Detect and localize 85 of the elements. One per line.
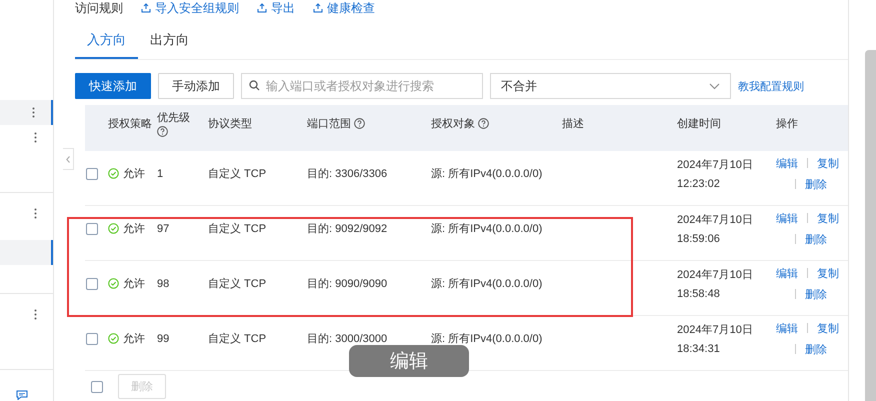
more-icon[interactable] [32,107,35,118]
help-icon[interactable] [157,126,168,137]
checkbox[interactable] [91,380,103,392]
checkbox[interactable] [86,168,98,180]
column-header: 操作 [776,116,798,131]
source-text: 源: 所有IPv4(0.0.0.0/0) [431,277,544,291]
column-header: 优先级 [157,110,190,125]
check-circle-icon [108,278,119,289]
link-icon [313,3,323,13]
direction-tab[interactable]: 入方向 [75,27,138,59]
sidebar-item[interactable] [0,100,53,125]
action-link[interactable]: 删除 [805,342,827,356]
scrollbar[interactable] [865,50,876,401]
action-link[interactable]: 删除 [805,286,827,302]
action-link[interactable]: 复制 [817,266,839,280]
header-link[interactable]: 健康检查 [327,0,375,16]
action-link[interactable]: 删除 [805,176,827,192]
time-text: 18:59:06 [677,233,721,245]
action-link[interactable]: 编辑 [776,156,798,170]
chevron-down-icon [709,82,720,90]
time-text: 18:58:48 [677,288,721,300]
policy-text: 允许 [123,277,145,291]
help-icon[interactable] [354,118,365,129]
checkbox[interactable] [86,332,98,344]
date-text: 2024年7月10日 [677,158,754,172]
protocol-text: 自定义 TCP [208,332,268,346]
port-range-text: 目的: 9090/9090 [307,277,388,291]
help-link[interactable]: 教我配置规则 [738,78,804,94]
priority-text: 97 [157,222,170,234]
port-range-text: 目的: 9092/9092 [307,222,388,236]
search-field[interactable]: 输入端口或者授权对象进行搜索 [241,73,483,99]
source-text: 源: 所有IPv4(0.0.0.0/0) [431,332,544,346]
more-icon[interactable] [34,132,37,143]
checkbox[interactable] [86,278,98,290]
source-text: 源: 所有IPv4(0.0.0.0/0) [431,167,544,181]
more-icon[interactable] [34,208,37,219]
chat-icon[interactable] [16,390,28,400]
direction-tab[interactable]: 出方向 [138,27,201,59]
port-range-text: 目的: 3000/3000 [307,332,388,346]
policy-text: 允许 [123,332,145,346]
column-header: 授权策略 [108,116,152,131]
check-circle-icon [108,168,119,179]
section-title: 访问规则 [75,0,123,16]
sidebar-item[interactable] [0,240,53,265]
check-circle-icon [108,333,119,344]
date-text: 2024年7月10日 [677,268,754,282]
action-link[interactable]: 复制 [817,156,839,170]
policy-text: 允许 [123,222,145,236]
time-text: 12:23:02 [677,178,721,190]
action-link[interactable]: 删除 [805,232,827,246]
column-header: 创建时间 [677,116,721,131]
column-header: 授权对象 [431,116,475,131]
tooltip: 编辑 [349,345,469,377]
add-button[interactable]: 手动添加 [158,73,234,99]
more-icon[interactable] [34,309,37,320]
header-link[interactable]: 导入安全组规则 [155,0,239,16]
date-text: 2024年7月10日 [677,213,754,227]
checkbox[interactable] [86,222,98,234]
port-range-text: 目的: 3306/3306 [307,167,388,181]
action-link[interactable]: 复制 [817,320,839,336]
protocol-text: 自定义 TCP [208,222,268,236]
link-icon [141,3,151,13]
column-header: 协议类型 [208,116,252,131]
column-header: 端口范围 [307,116,351,131]
protocol-text: 自定义 TCP [208,276,268,291]
action-link[interactable]: 编辑 [776,320,798,336]
priority-text: 99 [157,332,170,344]
action-link[interactable]: 编辑 [776,210,798,226]
header-link[interactable]: 导出 [271,0,295,16]
merge-select[interactable]: 不合并 [490,73,731,99]
policy-text: 允许 [123,167,145,181]
date-text: 2024年7月10日 [677,323,754,337]
source-text: 源: 所有IPv4(0.0.0.0/0) [431,222,544,236]
protocol-text: 自定义 TCP [208,166,268,181]
column-header: 描述 [562,116,584,131]
action-link[interactable]: 编辑 [776,266,798,280]
help-icon[interactable] [478,118,489,129]
action-link[interactable]: 复制 [817,210,839,226]
priority-text: 1 [157,168,164,180]
link-icon [257,3,267,13]
add-button[interactable]: 快速添加 [75,73,151,99]
time-text: 18:34:31 [677,343,721,355]
check-circle-icon [108,223,119,234]
collapse-handle[interactable] [63,148,74,170]
priority-text: 98 [157,278,170,290]
